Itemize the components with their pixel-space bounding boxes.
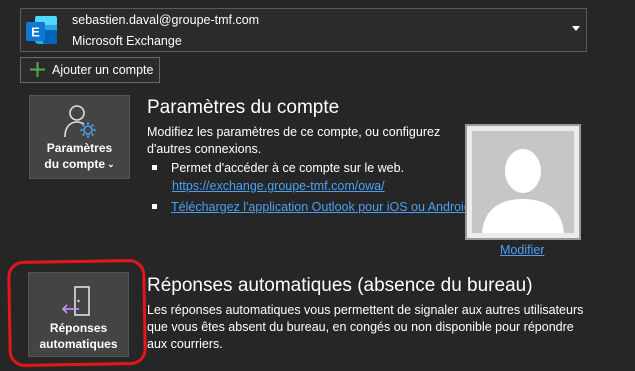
account-info-page: E sebastien.daval@groupe-tmf.com Microso…: [0, 0, 635, 371]
account-selector-dropdown[interactable]: E sebastien.daval@groupe-tmf.com Microso…: [20, 8, 587, 52]
account-settings-description: Modifiez les paramètres de ce compte, ou…: [147, 125, 441, 156]
chevron-down-icon: ⌄: [107, 159, 115, 169]
owa-link[interactable]: https://exchange.groupe-tmf.com/owa/: [172, 179, 385, 193]
bullet-icon: [152, 204, 157, 209]
profile-placeholder: [472, 131, 574, 233]
red-highlight-annotation: [7, 258, 147, 368]
exchange-logo-icon: E: [26, 16, 57, 44]
person-silhouette-icon: [472, 131, 574, 233]
svg-text:E: E: [31, 25, 40, 40]
chevron-down-icon[interactable]: [572, 26, 580, 31]
automatic-replies-title: Réponses automatiques (absence du bureau…: [147, 275, 533, 296]
account-settings-tile-label-line2: du compte: [44, 157, 106, 171]
bullet-icon: [152, 165, 157, 170]
account-settings-button[interactable]: Paramètres du compte ⌄: [29, 95, 130, 179]
add-account-button[interactable]: Ajouter un compte: [20, 57, 160, 83]
account-email: sebastien.daval@groupe-tmf.com: [72, 13, 260, 27]
bullet-web-access-text: Permet d'accéder à ce compte sur le web.: [171, 161, 405, 175]
mobile-app-link[interactable]: Téléchargez l'application Outlook pour i…: [171, 200, 474, 214]
bullet-mobile-app: Téléchargez l'application Outlook pour i…: [152, 200, 474, 214]
automatic-replies-description: Les réponses automatiques vous permetten…: [147, 303, 584, 351]
plus-icon: [30, 62, 45, 77]
add-account-label: Ajouter un compte: [52, 63, 154, 77]
account-settings-tile-label-line1: Paramètres: [46, 141, 113, 155]
bullet-web-access: Permet d'accéder à ce compte sur le web.: [152, 161, 404, 175]
modify-picture-link[interactable]: Modifier: [500, 243, 544, 257]
account-settings-title: Paramètres du compte: [147, 97, 340, 118]
account-settings-tile-label: Paramètres du compte ⌄: [30, 140, 129, 172]
person-gear-icon: [64, 105, 96, 138]
profile-picture: [465, 124, 581, 240]
account-type: Microsoft Exchange: [72, 34, 182, 48]
